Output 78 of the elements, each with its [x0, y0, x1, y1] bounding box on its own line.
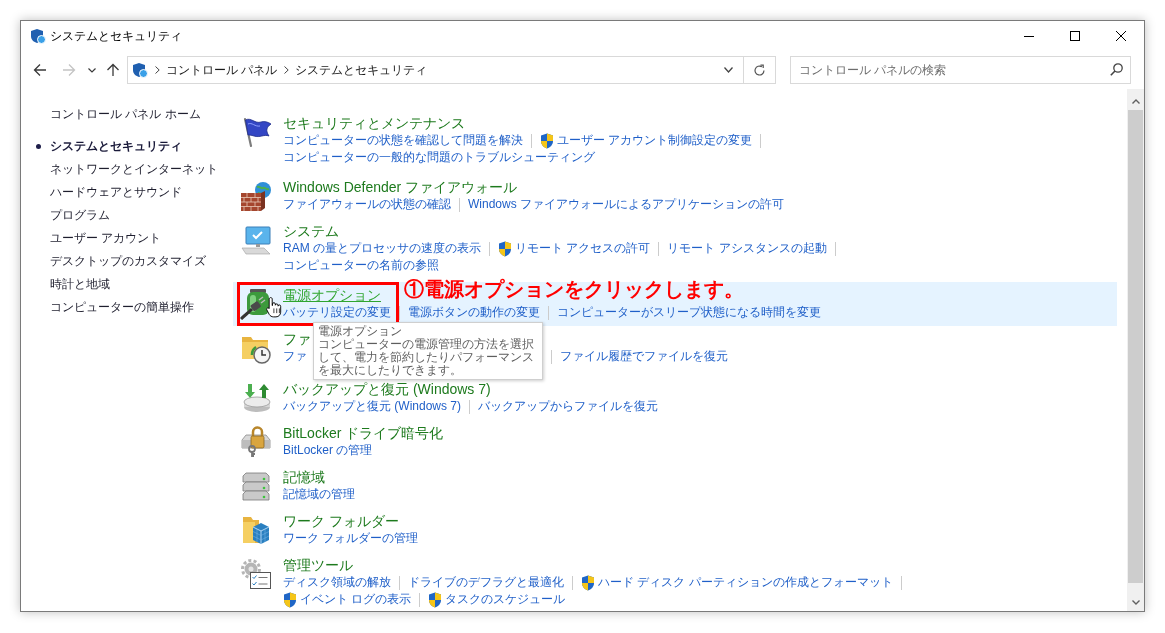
task-link[interactable]: Windows ファイアウォールによるアプリケーションの許可	[468, 196, 784, 213]
tooltip-text: コンピューターの電源管理の方法を選択して、電力を節約したりパフォーマンスを最大にしたりできます。	[318, 338, 535, 377]
right-arrow-icon	[62, 63, 76, 77]
stacked-drives-icon	[240, 470, 272, 502]
task-link[interactable]: ディスク領域の解放	[283, 574, 391, 591]
task-link[interactable]: バックアップと復元 (Windows 7)	[283, 398, 461, 415]
caret-icon	[88, 67, 96, 73]
section-title-link[interactable]: 記憶域	[283, 468, 325, 486]
task-link[interactable]: コンピューターの名前の参照	[283, 257, 439, 274]
window-title: システムとセキュリティ	[50, 28, 182, 45]
sidebar-item[interactable]: システムとセキュリティ	[50, 135, 182, 158]
search-icon	[1110, 63, 1123, 76]
close-icon	[1116, 31, 1126, 41]
monitor-icon	[240, 224, 272, 256]
sidebar-item[interactable]: ネットワークとインターネット	[50, 158, 218, 181]
task-link[interactable]: BitLocker の管理	[283, 442, 373, 459]
sidebar-item[interactable]: プログラム	[50, 204, 110, 227]
task-link[interactable]: リモート アクセスの許可	[515, 240, 651, 257]
task-link[interactable]: ワーク フォルダーの管理	[283, 530, 419, 547]
hand-cursor-icon	[266, 296, 282, 318]
section-title-link[interactable]: ファ	[283, 330, 311, 348]
task-link[interactable]: 電源ボタンの動作の変更	[408, 304, 540, 321]
bullet-icon	[36, 144, 41, 149]
task-link[interactable]: RAM の量とプロセッサの速度の表示	[283, 240, 481, 257]
task-link[interactable]: リモート アシスタンスの起動	[667, 240, 827, 257]
task-link[interactable]: ファイル履歴でファイルを復元	[560, 348, 728, 365]
task-link[interactable]: 記憶域の管理	[283, 486, 355, 503]
annotation-text: ①電源オプションをクリックします。	[404, 277, 744, 301]
disk-arrows-icon	[240, 382, 272, 414]
task-link[interactable]: ファイアウォールの状態の確認	[283, 196, 451, 213]
scrollbar-thumb[interactable]	[1128, 110, 1143, 583]
task-link[interactable]: ユーザー アカウント制御設定の変更	[557, 132, 753, 149]
breadcrumb[interactable]: システムとセキュリティ	[295, 61, 428, 79]
section-title-link[interactable]: ワーク フォルダー	[283, 512, 399, 530]
task-link[interactable]: イベント ログの表示	[300, 591, 412, 608]
task-link[interactable]: コンピューターがスリープ状態になる時間を変更	[557, 304, 821, 321]
task-link[interactable]: タスクのスケジュール	[445, 591, 566, 608]
gear-checklist-icon	[240, 558, 272, 590]
refresh-icon	[753, 63, 766, 77]
task-link[interactable]: ドライブのデフラグと最適化	[408, 574, 564, 591]
section-title-link[interactable]: Windows Defender ファイアウォール	[283, 178, 518, 196]
task-link[interactable]: コンピューターの状態を確認して問題を解決	[283, 132, 523, 149]
chevron-down-icon	[723, 67, 733, 73]
task-link[interactable]: バッテリ設定の変更	[283, 304, 391, 321]
shield-badge-icon	[30, 28, 46, 44]
sidebar-item[interactable]: コンピューターの簡単操作	[50, 296, 194, 319]
section-title-link[interactable]: バックアップと復元 (Windows 7)	[283, 380, 491, 398]
left-arrow-icon	[33, 63, 47, 77]
sidebar-item[interactable]: ハードウェアとサウンド	[50, 181, 182, 204]
up-arrow-icon	[106, 63, 120, 77]
section-title-link[interactable]: BitLocker ドライブ暗号化	[283, 424, 444, 442]
section-title-link[interactable]: 管理ツール	[283, 556, 353, 574]
task-link[interactable]: ハード ディスク パーティションの作成とフォーマット	[598, 574, 893, 591]
sidebar-item[interactable]: ユーザー アカウント	[50, 227, 162, 250]
chevron-up-icon	[1131, 99, 1140, 104]
sidebar-item[interactable]: 時計と地域	[50, 273, 110, 296]
scrollbar[interactable]	[1127, 89, 1144, 611]
search-field[interactable]: コントロール パネルの検索	[790, 56, 1131, 84]
sidebar-item[interactable]: デスクトップのカスタマイズ	[50, 250, 206, 273]
chevron-icon	[284, 66, 290, 74]
home-link[interactable]: コントロール パネル ホーム	[50, 103, 201, 126]
battery-plug-icon	[240, 288, 272, 320]
task-link[interactable]: バックアップからファイルを復元	[478, 398, 658, 415]
shield-badge-icon	[132, 62, 148, 78]
drive-padlock-icon	[240, 426, 272, 458]
chevron-down-icon	[1131, 600, 1140, 605]
tooltip-title: 電源オプション	[318, 325, 403, 338]
section-title-link[interactable]: システム	[283, 222, 339, 240]
maximize-icon	[1070, 31, 1080, 41]
chevron-icon	[155, 66, 160, 74]
breadcrumb[interactable]: コントロール パネル	[166, 61, 278, 79]
address-bar[interactable]: コントロール パネル システムとセキュリティ	[127, 56, 776, 84]
brick-wall-globe-icon	[240, 180, 272, 212]
section-title-link[interactable]: セキュリティとメンテナンス	[283, 114, 465, 132]
folder-cube-icon	[240, 514, 272, 546]
minimize-icon	[1024, 35, 1034, 37]
task-link[interactable]: ファ	[283, 348, 307, 365]
task-link[interactable]: コンピューターの一般的な問題のトラブルシューティング	[283, 149, 595, 166]
